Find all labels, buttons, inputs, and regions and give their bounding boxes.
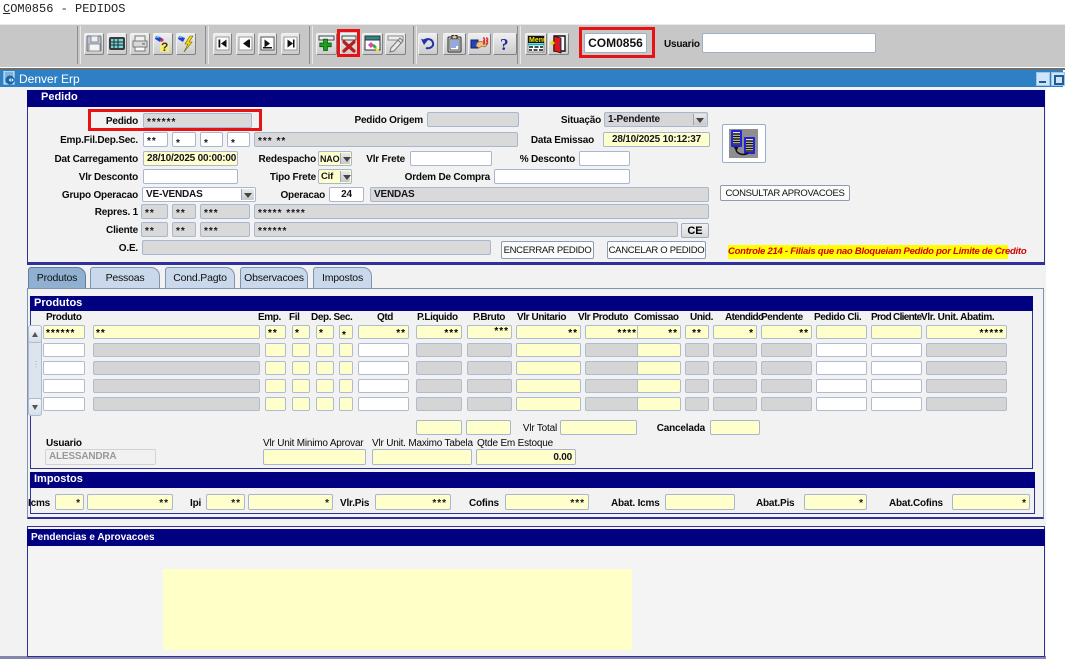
svg-text:Menu: Menu xyxy=(529,37,546,44)
svg-text:?: ? xyxy=(500,35,509,54)
svg-text:?: ? xyxy=(161,40,168,54)
